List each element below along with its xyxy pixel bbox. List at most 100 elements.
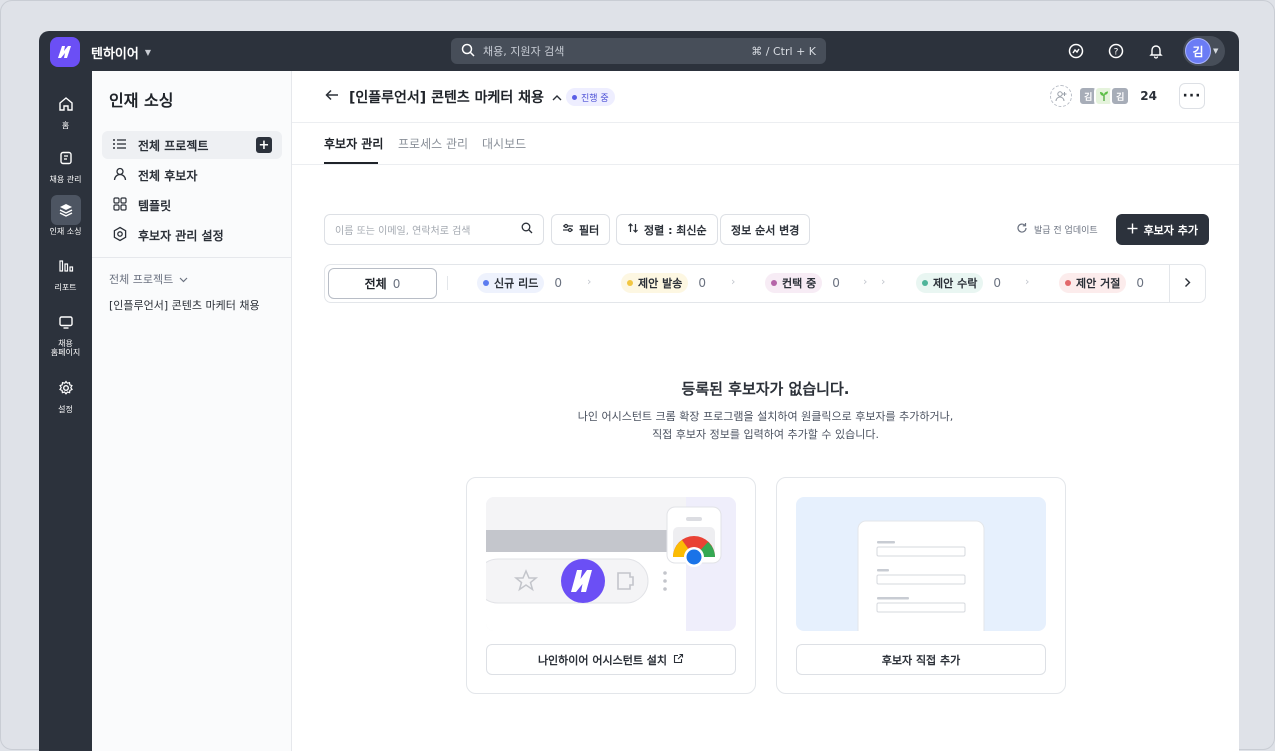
list-icon — [112, 137, 128, 154]
avatar: 김 — [1185, 38, 1211, 64]
stage-dot — [483, 280, 489, 286]
filter-icon — [562, 222, 574, 237]
global-search[interactable]: 채용, 지원자 검색 ⌘ / Ctrl + K — [451, 38, 826, 64]
stage-count: 0 — [993, 276, 1001, 290]
sort-icon — [627, 222, 639, 237]
window-frame: 텐하이어 ▼ 채용, 지원자 검색 ⌘ / Ctrl + K ? 김 ▼ 홈 채… — [0, 0, 1275, 751]
more-icon: ··· — [1182, 88, 1202, 104]
stage-chip: 제안 거절 — [1059, 273, 1127, 293]
bar-chart-icon — [51, 251, 81, 281]
rail-item-homepage[interactable]: 채용 홈페이지 — [39, 307, 92, 357]
search-icon — [461, 43, 475, 60]
refresh-button[interactable]: 발급 전 업데이트 — [1016, 214, 1098, 245]
nav-rail: 홈 채용 관리 인재 소싱 리포트 채용 홈페이지 설정 — [39, 71, 92, 751]
stage-filter-bar: 전체 0 신규 리드 0 › 제안 발송 0 › 컨택 중 0 › › 제안 수… — [324, 264, 1206, 303]
settings-hex-icon — [112, 226, 128, 245]
status-dot — [572, 94, 577, 100]
project-members[interactable]: 김 김 24 — [1050, 85, 1157, 107]
chat-icon[interactable] — [1063, 36, 1089, 66]
status-label: 진행 중 — [581, 93, 609, 104]
stage-scroll-next-button[interactable] — [1169, 265, 1205, 302]
sidebar-item-all-candidates[interactable]: 전체 후보자 — [102, 161, 282, 189]
install-assistant-button[interactable]: 나인하이어 어시스턴트 설치 — [486, 644, 736, 675]
sidebar-item-all-projects[interactable]: 전체 프로젝트 + — [102, 131, 282, 159]
empty-state-description: 나인 어시스턴트 크롬 확장 프로그램을 설치하여 원클릭으로 후보자를 추가하… — [292, 408, 1239, 444]
project-section-toggle[interactable]: 전체 프로젝트 — [109, 271, 188, 287]
rail-item-settings[interactable]: 설정 — [39, 373, 92, 414]
search-placeholder: 채용, 지원자 검색 — [483, 45, 565, 58]
sidebar-item-candidate-settings[interactable]: 후보자 관리 설정 — [102, 221, 282, 249]
clipboard-icon — [51, 143, 81, 173]
grid-icon — [112, 196, 128, 215]
sidebar-item-label: 전체 프로젝트 — [138, 138, 209, 153]
sort-label: 정렬 : 최신순 — [644, 223, 707, 237]
stage-tab-offer-accepted[interactable]: 제안 수락 0 — [916, 273, 1001, 293]
home-icon — [51, 89, 81, 119]
chevron-right-icon: › — [863, 275, 868, 288]
rail-label: 채용 홈페이지 — [50, 339, 81, 357]
bell-icon[interactable] — [1143, 36, 1169, 66]
tab-dashboard[interactable]: 대시보드 — [482, 135, 526, 152]
workspace-name: 텐하이어 — [91, 47, 139, 62]
reorder-label: 정보 순서 변경 — [731, 223, 800, 237]
rail-item-hiring[interactable]: 채용 관리 — [39, 143, 92, 184]
stage-all-tab[interactable]: 전체 0 — [328, 268, 437, 299]
back-arrow-icon[interactable] — [324, 87, 340, 106]
rail-label: 인재 소싱 — [49, 227, 82, 236]
sort-button[interactable]: 정렬 : 최신순 — [616, 214, 718, 245]
rail-item-report[interactable]: 리포트 — [39, 251, 92, 292]
more-options-button[interactable]: ··· — [1179, 83, 1205, 109]
chevron-down-icon — [179, 273, 188, 286]
chevron-right-icon: › — [731, 275, 736, 288]
empty-desc-line: 나인 어시스턴트 크롬 확장 프로그램을 설치하여 원클릭으로 후보자를 추가하… — [577, 410, 954, 423]
chevron-down-icon: ▼ — [144, 48, 151, 57]
logo-icon[interactable] — [50, 37, 80, 67]
workspace-switcher[interactable]: 텐하이어 ▼ — [91, 43, 151, 62]
search-placeholder: 이름 또는 이메일, 연락처로 검색 — [335, 226, 471, 237]
extension-illustration — [486, 497, 736, 631]
manual-add-card: 후보자 직접 추가 — [776, 477, 1066, 694]
project-tabs: 후보자 관리 프로세스 관리 대시보드 — [292, 123, 1239, 165]
active-tab-indicator — [324, 162, 378, 164]
add-member-icon[interactable] — [1050, 85, 1073, 107]
tab-process[interactable]: 프로세스 관리 — [398, 135, 468, 152]
tab-candidates[interactable]: 후보자 관리 — [324, 135, 383, 152]
user-menu[interactable]: 김 ▼ — [1183, 36, 1225, 66]
candidate-search-input[interactable]: 이름 또는 이메일, 연락처로 검색 — [324, 214, 544, 245]
stage-tab-offer-sent[interactable]: 제안 발송 0 — [621, 273, 706, 293]
stage-label: 제안 수락 — [933, 277, 978, 290]
divider — [92, 257, 291, 258]
stage-tab-contacting[interactable]: 컨택 중 0 — [765, 273, 840, 293]
extension-install-card: 나인하이어 어시스턴트 설치 — [466, 477, 756, 694]
stage-count: 0 — [392, 276, 401, 291]
rail-label: 채용 관리 — [49, 175, 82, 184]
filter-label: 필터 — [579, 223, 600, 237]
app-window: 텐하이어 ▼ 채용, 지원자 검색 ⌘ / Ctrl + K ? 김 ▼ 홈 채… — [39, 31, 1239, 751]
add-project-button[interactable]: + — [256, 137, 272, 153]
rail-item-sourcing[interactable]: 인재 소싱 — [39, 195, 92, 236]
stage-label: 전체 — [364, 277, 387, 291]
gear-icon — [51, 373, 81, 403]
stage-count: 0 — [832, 276, 840, 290]
help-icon[interactable]: ? — [1103, 36, 1129, 66]
sidebar-title: 인재 소싱 — [109, 91, 174, 110]
project-title-dropdown[interactable]: [인플루언서] 콘텐츠 마케터 채용 — [349, 87, 562, 107]
status-badge: 진행 중 — [566, 88, 615, 106]
sidebar-item-templates[interactable]: 템플릿 — [102, 191, 282, 219]
sidebar-project-item[interactable]: [인플루언서] 콘텐츠 마케터 채용 — [109, 297, 260, 313]
add-candidate-button[interactable]: 후보자 추가 — [1115, 214, 1209, 245]
stage-dot — [922, 280, 928, 286]
stage-chip: 제안 수락 — [916, 273, 984, 293]
candidate-toolbar: 이름 또는 이메일, 연락처로 검색 필터 정렬 : 최신순 정보 순서 변경 … — [324, 214, 1209, 245]
stage-tab-offer-declined[interactable]: 제안 거절 0 — [1059, 273, 1144, 293]
empty-state-title: 등록된 후보자가 없습니다. — [681, 380, 850, 398]
stage-count: 0 — [698, 276, 706, 290]
filter-button[interactable]: 필터 — [551, 214, 611, 245]
sidebar: 인재 소싱 전체 프로젝트 + 전체 후보자 템플릿 후보자 관리 설정 전체 … — [92, 71, 292, 751]
manual-add-candidate-button[interactable]: 후보자 직접 추가 — [796, 644, 1046, 675]
stage-dot — [1065, 280, 1071, 286]
rail-item-home[interactable]: 홈 — [39, 89, 92, 130]
page-title: [인플루언서] 콘텐츠 마케터 채용 — [349, 90, 544, 106]
reorder-info-button[interactable]: 정보 순서 변경 — [720, 214, 811, 245]
stage-tab-new-lead[interactable]: 신규 리드 0 — [477, 273, 562, 293]
